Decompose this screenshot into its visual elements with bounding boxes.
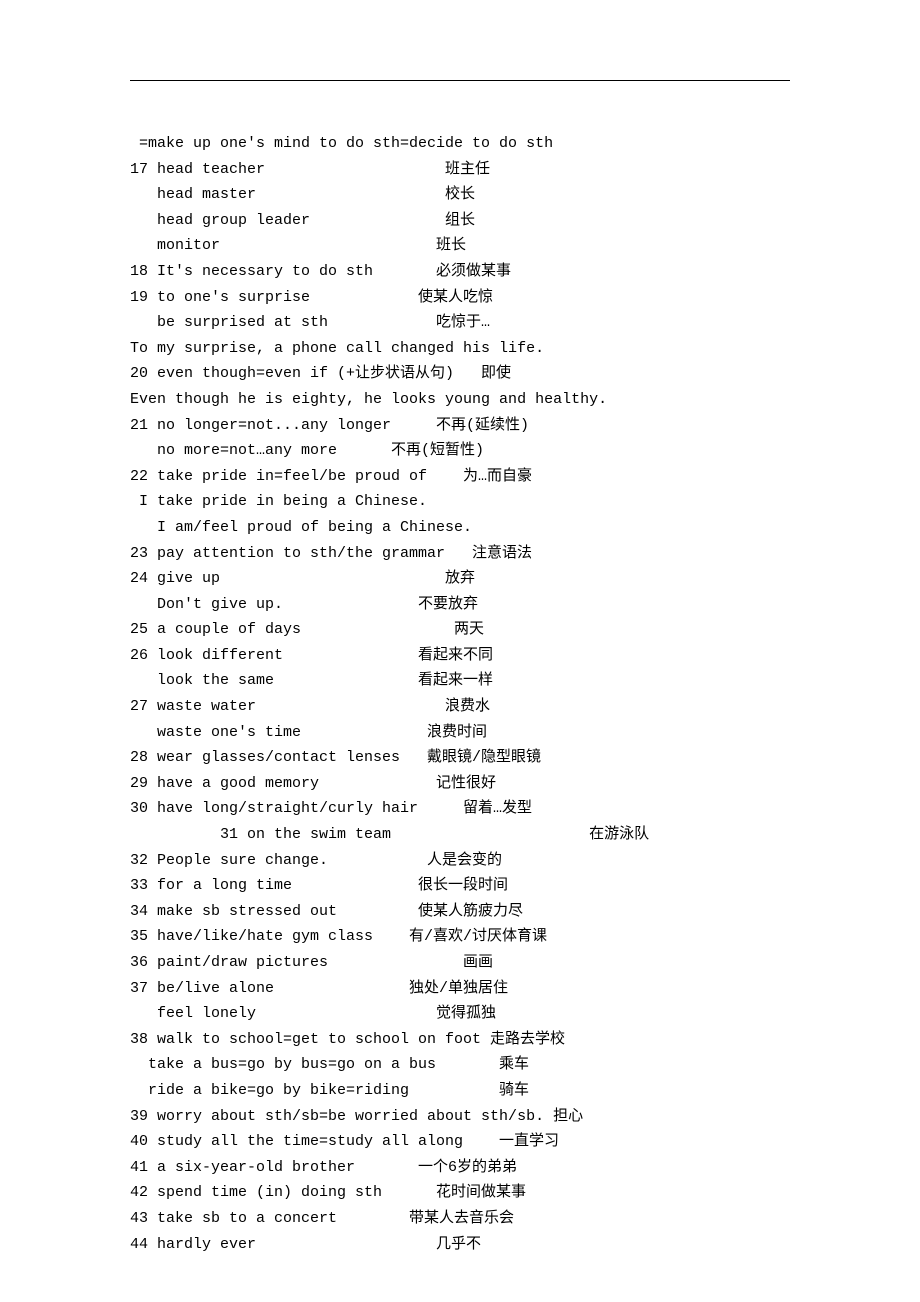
text-line: I am/feel proud of being a Chinese. (130, 515, 790, 541)
text-line: 24 give up 放弃 (130, 566, 790, 592)
text-line: look the same 看起来一样 (130, 668, 790, 694)
text-line: 37 be/live alone 独处/单独居住 (130, 976, 790, 1002)
text-line: To my surprise, a phone call changed his… (130, 336, 790, 362)
text-line: 21 no longer=not...any longer 不再(延续性) (130, 413, 790, 439)
text-line: 26 look different 看起来不同 (130, 643, 790, 669)
text-line: 34 make sb stressed out 使某人筋疲力尽 (130, 899, 790, 925)
text-line: 22 take pride in=feel/be proud of 为…而自豪 (130, 464, 790, 490)
text-line: 39 worry about sth/sb=be worried about s… (130, 1104, 790, 1130)
text-line: 27 waste water 浪费水 (130, 694, 790, 720)
text-line: waste one's time 浪费时间 (130, 720, 790, 746)
text-line: 31 on the swim team 在游泳队 (130, 822, 790, 848)
horizontal-rule (130, 80, 790, 81)
text-line: Don't give up. 不要放弃 (130, 592, 790, 618)
text-line: 25 a couple of days 两天 (130, 617, 790, 643)
text-line: ride a bike=go by bike=riding 骑车 (130, 1078, 790, 1104)
text-line: 42 spend time (in) doing sth 花时间做某事 (130, 1180, 790, 1206)
text-line: 43 take sb to a concert 带某人去音乐会 (130, 1206, 790, 1232)
text-line: 41 a six-year-old brother 一个6岁的弟弟 (130, 1155, 790, 1181)
text-line: take a bus=go by bus=go on a bus 乘车 (130, 1052, 790, 1078)
text-line: 40 study all the time=study all along 一直… (130, 1129, 790, 1155)
text-line: be surprised at sth 吃惊于… (130, 310, 790, 336)
text-line: 17 head teacher 班主任 (130, 157, 790, 183)
text-line: 33 for a long time 很长一段时间 (130, 873, 790, 899)
content-block: =make up one's mind to do sth=decide to … (130, 131, 790, 1257)
text-line: 20 even though=even if (+让步状语从句) 即使 (130, 361, 790, 387)
text-line: I take pride in being a Chinese. (130, 489, 790, 515)
text-line: head group leader 组长 (130, 208, 790, 234)
text-line: =make up one's mind to do sth=decide to … (130, 131, 790, 157)
text-line: 35 have/like/hate gym class 有/喜欢/讨厌体育课 (130, 924, 790, 950)
text-line: 36 paint/draw pictures 画画 (130, 950, 790, 976)
text-line: 19 to one's surprise 使某人吃惊 (130, 285, 790, 311)
text-line: 38 walk to school=get to school on foot … (130, 1027, 790, 1053)
text-line: Even though he is eighty, he looks young… (130, 387, 790, 413)
document-page: =make up one's mind to do sth=decide to … (0, 0, 920, 1297)
text-line: 18 It's necessary to do sth 必须做某事 (130, 259, 790, 285)
text-line: head master 校长 (130, 182, 790, 208)
text-line: monitor 班长 (130, 233, 790, 259)
text-line: 29 have a good memory 记性很好 (130, 771, 790, 797)
text-line: 23 pay attention to sth/the grammar 注意语法 (130, 541, 790, 567)
text-line: no more=not…any more 不再(短暂性) (130, 438, 790, 464)
text-line: 28 wear glasses/contact lenses 戴眼镜/隐型眼镜 (130, 745, 790, 771)
text-line: feel lonely 觉得孤独 (130, 1001, 790, 1027)
text-line: 30 have long/straight/curly hair 留着…发型 (130, 796, 790, 822)
text-line: 32 People sure change. 人是会变的 (130, 848, 790, 874)
text-line: 44 hardly ever 几乎不 (130, 1232, 790, 1258)
